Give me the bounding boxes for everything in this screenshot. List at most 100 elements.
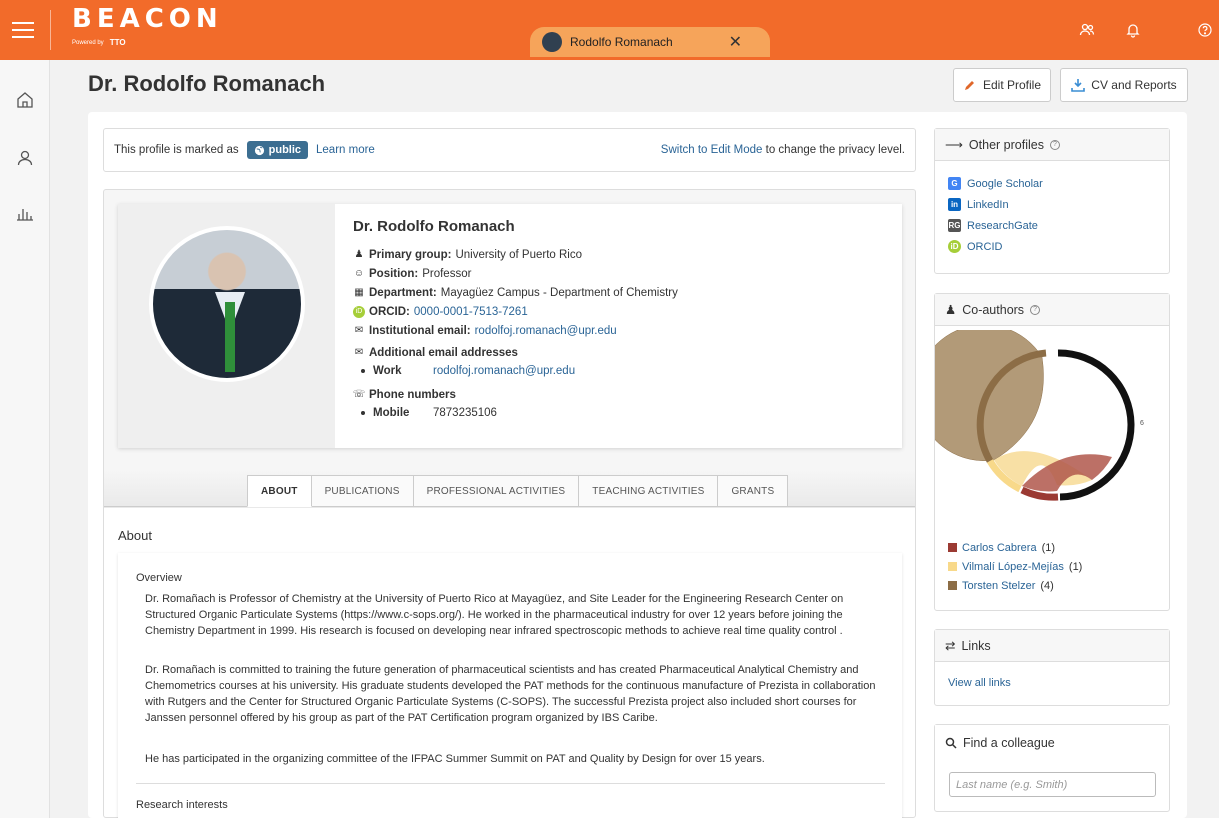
- find-colleague-title: Find a colleague: [963, 736, 1055, 750]
- powered-by-text: Powered by: [72, 39, 104, 46]
- tab-grants[interactable]: GRANTS: [718, 475, 789, 507]
- research-interests-heading: Research interests: [136, 799, 228, 811]
- search-icon: [945, 737, 957, 749]
- tab-teaching-activities[interactable]: TEACHING ACTIVITIES: [579, 475, 719, 507]
- privacy-bar: This profile is marked as public Learn m…: [103, 128, 916, 172]
- help-icon[interactable]: ?: [1030, 304, 1041, 315]
- google-scholar-link[interactable]: G Google Scholar: [935, 173, 1169, 194]
- google-scholar-label[interactable]: Google Scholar: [967, 178, 1043, 190]
- help-icon[interactable]: ?: [1049, 139, 1060, 150]
- cv-reports-label: CV and Reports: [1091, 78, 1177, 92]
- share-icon: ⟶: [945, 138, 963, 152]
- coauthor-chord-diagram[interactable]: 6: [935, 330, 1169, 520]
- links-body: View all links: [935, 662, 1169, 689]
- find-colleague-panel: Find a colleague: [934, 724, 1170, 812]
- avatar: [542, 32, 562, 52]
- bullet: [361, 368, 365, 373]
- position-row: ☺ Position: Professor: [353, 264, 678, 283]
- coauthor-name[interactable]: Torsten Stelzer: [962, 580, 1035, 592]
- mobile-phone-item: Mobile 7873235106: [353, 404, 678, 421]
- public-badge-label: public: [268, 144, 302, 156]
- additional-emails-row: ✉ Additional email addresses: [353, 343, 678, 362]
- find-colleague-header: Find a colleague: [935, 725, 1169, 761]
- bell-icon[interactable]: [1125, 22, 1141, 38]
- researchgate-label[interactable]: ResearchGate: [967, 220, 1038, 232]
- exchange-icon: ⇄: [945, 639, 956, 653]
- work-email-link[interactable]: rodolfoj.romanach@upr.edu: [433, 365, 575, 377]
- download-icon: [1071, 79, 1086, 92]
- beacon-logo[interactable]: BEACON: [72, 4, 223, 34]
- coauthors-header: ♟ Co-authors ?: [935, 294, 1169, 326]
- group-icon: ♟: [945, 303, 957, 317]
- learn-more-link[interactable]: Learn more: [316, 144, 375, 156]
- envelope-icon: ✉: [354, 347, 364, 358]
- colleague-search-input[interactable]: [949, 772, 1156, 797]
- envelope-icon: ✉: [354, 325, 364, 336]
- divider: [136, 783, 885, 784]
- phone-numbers-row: ☏ Phone numbers: [353, 385, 678, 404]
- tab-professional-activities[interactable]: PROFESSIONAL ACTIVITIES: [413, 475, 580, 507]
- department-value: Mayagüez Campus - Department of Chemistr…: [440, 286, 678, 299]
- coauthor-count: (1): [1068, 560, 1083, 573]
- orcid-profile-link[interactable]: iD ORCID: [935, 236, 1169, 257]
- profile-info: Dr. Rodolfo Romanach ♟ Primary group: Un…: [353, 218, 678, 421]
- tab-label: Rodolfo Romanach: [570, 35, 673, 49]
- linkedin-link[interactable]: in LinkedIn: [935, 194, 1169, 215]
- hamburger-menu-icon[interactable]: [12, 22, 34, 38]
- orcid-link[interactable]: 0000-0001-7513-7261: [414, 306, 528, 318]
- view-all-links[interactable]: View all links: [948, 677, 1011, 689]
- chord-tick-label: 6: [1140, 420, 1144, 427]
- linkedin-icon: in: [948, 198, 961, 211]
- pencil-icon: [964, 81, 974, 90]
- edit-profile-label: Edit Profile: [982, 78, 1042, 92]
- open-profile-tab[interactable]: Rodolfo Romanach ✕: [530, 27, 770, 57]
- other-profiles-title: Other profiles: [968, 137, 1044, 152]
- coauthor-vilmali-lopez-mejias[interactable]: Vilmalí López-Mejías (1): [935, 557, 1082, 576]
- tab-publications[interactable]: PUBLICATIONS: [311, 475, 414, 507]
- legend-swatch: [948, 543, 957, 552]
- links-title: Links: [961, 638, 991, 653]
- orcid-profile-label[interactable]: ORCID: [967, 241, 1002, 253]
- help-icon[interactable]: [1197, 22, 1213, 38]
- home-icon[interactable]: [15, 90, 35, 110]
- primary-group-value: University of Puerto Rico: [455, 248, 582, 261]
- orcid-icon: iD: [353, 305, 365, 318]
- department-label: Department:: [369, 286, 437, 299]
- profile-name: Dr. Rodolfo Romanach: [353, 218, 515, 235]
- links-header: ⇄ Links: [935, 630, 1169, 662]
- coauthor-count: (4): [1040, 579, 1054, 592]
- phone-icon: ☏: [352, 389, 366, 400]
- cv-reports-button[interactable]: CV and Reports: [1060, 68, 1188, 102]
- coauthor-count: (1): [1041, 541, 1056, 554]
- coauthor-torsten-stelzer[interactable]: Torsten Stelzer (4): [935, 576, 1082, 595]
- user-circle-icon: ☺: [353, 268, 365, 279]
- close-icon[interactable]: ✕: [729, 32, 742, 52]
- people-icon[interactable]: [1079, 22, 1095, 38]
- mobile-phone-type: Mobile: [373, 406, 410, 419]
- other-profiles-panel: ⟶ Other profiles ? G Google Scholar in L…: [934, 128, 1170, 274]
- tab-about[interactable]: ABOUT: [247, 475, 312, 507]
- linkedin-label[interactable]: LinkedIn: [967, 199, 1009, 211]
- coauthor-carlos-cabrera[interactable]: Carlos Cabrera (1): [935, 538, 1082, 557]
- bar-chart-icon[interactable]: [15, 204, 35, 224]
- coauthor-name[interactable]: Vilmalí López-Mejías: [962, 561, 1064, 573]
- page-title: Dr. Rodolfo Romanach: [88, 71, 326, 96]
- tto-logo: TTO: [109, 38, 126, 47]
- privacy-prefix: This profile is marked as: [114, 144, 239, 156]
- researchgate-link[interactable]: RG ResearchGate: [935, 215, 1169, 236]
- building-icon: ▦: [354, 287, 364, 298]
- switch-edit-mode-link[interactable]: Switch to Edit Mode: [661, 144, 763, 156]
- primary-group-label: Primary group:: [369, 248, 452, 261]
- photo-tie: [225, 302, 235, 372]
- department-row: ▦ Department: Mayagüez Campus - Departme…: [353, 283, 678, 302]
- overview-paragraph-2: Dr. Romañach is committed to training th…: [145, 664, 876, 724]
- coauthor-name[interactable]: Carlos Cabrera: [962, 542, 1037, 554]
- privacy-hint-suffix: to change the privacy level.: [762, 144, 905, 156]
- work-email-type: Work: [373, 364, 402, 377]
- user-icon[interactable]: [15, 148, 35, 168]
- legend-swatch: [948, 581, 957, 590]
- overview-heading: Overview: [136, 572, 182, 584]
- edit-profile-button[interactable]: Edit Profile: [953, 68, 1051, 102]
- additional-emails-label: Additional email addresses: [369, 346, 518, 359]
- institutional-email-link[interactable]: rodolfoj.romanach@upr.edu: [475, 325, 617, 337]
